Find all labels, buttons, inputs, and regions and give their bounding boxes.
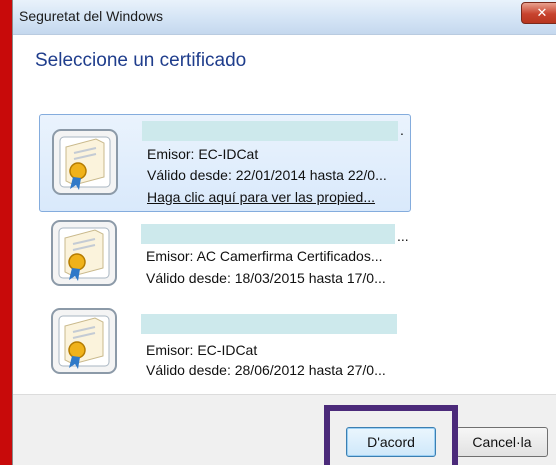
certificate-name-suffix: ... bbox=[397, 228, 409, 244]
certificate-icon bbox=[51, 220, 117, 286]
certificate-issuer: Emisor: EC-IDCat bbox=[146, 342, 258, 358]
certificate-icon bbox=[52, 129, 118, 195]
certificate-name-suffix: . bbox=[400, 122, 404, 138]
certificate-properties-link[interactable]: Haga clic aquí para ver las propied... bbox=[147, 189, 375, 205]
certificate-item[interactable]: Emisor: EC-IDCat Válido desde: 28/06/201… bbox=[39, 304, 411, 402]
close-icon: ✕ bbox=[536, 5, 548, 20]
certificate-name-redacted bbox=[141, 314, 397, 334]
certificate-issuer: Emisor: AC Camerfirma Certificados... bbox=[146, 248, 383, 264]
certificate-item[interactable]: ... Emisor: AC Camerfirma Certificados..… bbox=[39, 214, 411, 312]
button-bar: D'acord Cancel·la bbox=[13, 394, 556, 465]
cancel-button[interactable]: Cancel·la bbox=[456, 427, 548, 457]
dialog-heading: Seleccione un certificado bbox=[35, 50, 247, 71]
title-bar: Seguretat del Windows ✕ bbox=[13, 0, 556, 35]
certificate-name-redacted bbox=[141, 224, 395, 244]
certificate-validity: Válido desde: 18/03/2015 hasta 17/0... bbox=[146, 270, 386, 286]
certificate-item[interactable]: . Emisor: EC-IDCat Válido desde: 22/01/2… bbox=[39, 114, 411, 212]
certificate-validity: Válido desde: 28/06/2012 hasta 27/0... bbox=[146, 362, 386, 378]
ok-button-highlight bbox=[324, 405, 458, 465]
certificate-issuer: Emisor: EC-IDCat bbox=[147, 146, 259, 162]
certificate-name-redacted bbox=[142, 121, 398, 141]
window-title: Seguretat del Windows bbox=[19, 8, 163, 24]
certificate-dialog: Seguretat del Windows ✕ Seleccione un ce… bbox=[12, 0, 556, 465]
certificate-icon bbox=[51, 308, 117, 374]
certificate-validity: Válido desde: 22/01/2014 hasta 22/0... bbox=[147, 167, 387, 183]
close-button[interactable]: ✕ bbox=[521, 2, 556, 24]
